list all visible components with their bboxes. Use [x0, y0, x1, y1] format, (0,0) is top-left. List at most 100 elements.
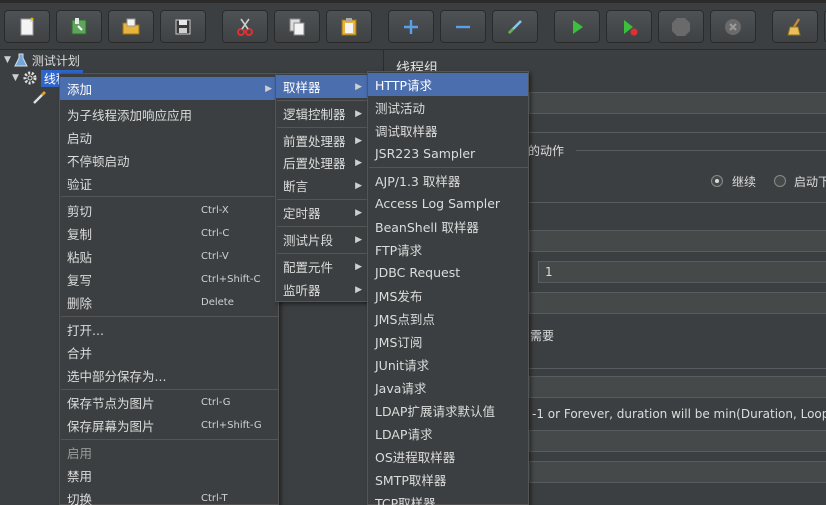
templates-icon	[71, 17, 87, 34]
templates-button[interactable]	[56, 10, 102, 43]
divider	[529, 368, 826, 369]
clear-button[interactable]	[772, 10, 818, 43]
cut-button[interactable]	[222, 10, 268, 43]
expand-all-button[interactable]	[388, 10, 434, 43]
toolbar	[0, 0, 826, 50]
startup-delay-field[interactable]	[529, 430, 826, 452]
menu-item-delete[interactable]: 删除 Delete	[60, 291, 278, 314]
menu-item-timer[interactable]: 定时器 ▶	[276, 201, 368, 224]
start-button[interactable]	[554, 10, 600, 43]
tree-node-child[interactable]	[32, 88, 48, 106]
menu-item-add[interactable]: 添加 ▶	[60, 77, 278, 100]
menu-item-add-response-time[interactable]: 为子线程添加响应应用	[60, 103, 278, 126]
menu-item-pre-processor[interactable]: 前置处理器 ▶	[276, 129, 368, 152]
menu-item-post-processor[interactable]: 后置处理器 ▶	[276, 151, 368, 174]
menu-item-beanshell-sampler[interactable]: BeanShell 取样器	[368, 215, 528, 238]
menu-item-disable[interactable]: 禁用	[60, 464, 278, 487]
menu-item-paste[interactable]: 粘贴 Ctrl-V	[60, 245, 278, 268]
menu-item-debug-sampler[interactable]: 调试取样器	[368, 119, 528, 142]
context-menu: 添加 ▶ 为子线程添加响应应用 启动 不停顿启动 验证 剪切 Ctrl-X 复制 Ct…	[59, 73, 279, 505]
open-button[interactable]	[108, 10, 154, 43]
loop-count-field[interactable]: 1	[538, 261, 826, 283]
menu-item-listener[interactable]: 监听器 ▶	[276, 278, 368, 301]
toolbar-top-border	[0, 0, 826, 3]
submenu-arrow-icon: ▶	[355, 284, 362, 295]
menu-item-jms-point-to-point[interactable]: JMS点到点	[368, 307, 528, 330]
action-section-label: 的动作	[528, 144, 565, 158]
menu-item-copy[interactable]: 复制 Ctrl-C	[60, 222, 278, 245]
menu-item-enable[interactable]: 启用	[60, 441, 278, 464]
paste-button[interactable]	[326, 10, 372, 43]
menu-item-jdbc-request[interactable]: JDBC Request	[368, 261, 528, 284]
start-no-pause-button[interactable]	[606, 10, 652, 43]
new-button[interactable]	[4, 10, 50, 43]
name-field[interactable]	[529, 92, 826, 114]
paste-clipboard-icon	[341, 17, 357, 35]
menu-item-merge[interactable]: 合并	[60, 341, 278, 364]
ramp-field[interactable]	[529, 292, 826, 314]
menu-item-junit-request[interactable]: JUnit请求	[368, 353, 528, 376]
menu-item-jms-publisher[interactable]: JMS发布	[368, 284, 528, 307]
toggle-wand-icon	[508, 19, 522, 34]
menu-item-cut[interactable]: 剪切 Ctrl-X	[60, 199, 278, 222]
shutdown-button[interactable]	[710, 10, 756, 43]
shutdown-icon	[725, 18, 741, 35]
menu-item-access-log-sampler[interactable]: Access Log Sampler	[368, 192, 528, 215]
menu-item-ldap-extended-request[interactable]: LDAP扩展请求默认值	[368, 399, 528, 422]
menu-item-save-selection[interactable]: 选中部分保存为...	[60, 364, 278, 387]
continue-radio[interactable]	[711, 175, 723, 187]
menu-item-start[interactable]: 启动	[60, 126, 278, 149]
menu-item-java-request[interactable]: Java请求	[368, 376, 528, 399]
menu-item-smtp-sampler[interactable]: SMTP取样器	[368, 468, 528, 491]
menu-item-test-fragment[interactable]: 测试片段 ▶	[276, 228, 368, 251]
menu-separator	[277, 100, 369, 101]
extra-field[interactable]	[529, 461, 826, 483]
menu-item-duplicate[interactable]: 复写 Ctrl+Shift-C	[60, 268, 278, 291]
submenu-arrow-icon: ▶	[355, 108, 362, 119]
submenu-arrow-icon: ▶	[355, 157, 362, 168]
collapse-all-button[interactable]	[440, 10, 486, 43]
menu-item-jsr223-sampler[interactable]: JSR223 Sampler	[368, 142, 528, 165]
submenu-arrow-icon: ▶	[355, 207, 362, 218]
menu-item-open[interactable]: 打开...	[60, 318, 278, 341]
save-button[interactable]	[160, 10, 206, 43]
menu-item-flow-control[interactable]: 测试活动	[368, 96, 528, 119]
menu-item-ajp-sampler[interactable]: AJP/1.3 取样器	[368, 169, 528, 192]
menu-item-toggle[interactable]: 切换 Ctrl-T	[60, 487, 278, 505]
tree-node-test-plan[interactable]: ▼ 测试计划	[4, 51, 80, 69]
menu-item-tcp-sampler[interactable]: TCP取样器	[368, 491, 528, 505]
menu-item-http-request[interactable]: HTTP请求	[368, 73, 528, 96]
menu-item-save-screen-image[interactable]: 保存屏幕为图片 Ctrl+Shift-G	[60, 414, 278, 437]
stop-button[interactable]	[658, 10, 704, 43]
start-next-radio[interactable]	[774, 175, 786, 187]
menu-item-config-element[interactable]: 配置元件 ▶	[276, 255, 368, 278]
menu-item-validate[interactable]: 验证	[60, 172, 278, 195]
menu-item-os-process-sampler[interactable]: OS进程取样器	[368, 445, 528, 468]
wrench-icon	[33, 91, 46, 104]
divider	[529, 202, 826, 203]
broom-icon	[787, 17, 801, 35]
menu-item-start-no-pause[interactable]: 不停顿启动	[60, 149, 278, 172]
menu-item-ldap-request[interactable]: LDAP请求	[368, 422, 528, 445]
duration-field[interactable]	[529, 376, 826, 398]
toggle-button[interactable]	[492, 10, 538, 43]
menu-item-ftp-request[interactable]: FTP请求	[368, 238, 528, 261]
sampler-submenu: HTTP请求 测试活动 调试取样器 JSR223 Sampler AJP/1.3…	[367, 71, 529, 505]
threads-field[interactable]	[529, 230, 826, 252]
expanded-triangle-icon: ▼	[4, 55, 11, 65]
menu-item-logic-controller[interactable]: 逻辑控制器 ▶	[276, 102, 368, 125]
menu-item-sampler[interactable]: 取样器 ▶	[276, 75, 368, 98]
menu-item-assertion[interactable]: 断言 ▶	[276, 174, 368, 197]
save-disk-icon	[175, 19, 191, 34]
stop-icon	[672, 17, 690, 36]
submenu-arrow-icon: ▶	[265, 83, 272, 94]
menu-item-jms-subscriber[interactable]: JMS订阅	[368, 330, 528, 353]
menu-item-save-node-image[interactable]: 保存节点为图片 Ctrl-G	[60, 391, 278, 414]
menu-separator	[277, 199, 369, 200]
submenu-arrow-icon: ▶	[355, 135, 362, 146]
copy-button[interactable]	[274, 10, 320, 43]
duration-note: -1 or Forever, duration will be min(Dura…	[532, 407, 826, 421]
new-file-icon	[20, 16, 34, 35]
plus-icon	[404, 19, 418, 34]
flask-icon	[14, 53, 28, 67]
